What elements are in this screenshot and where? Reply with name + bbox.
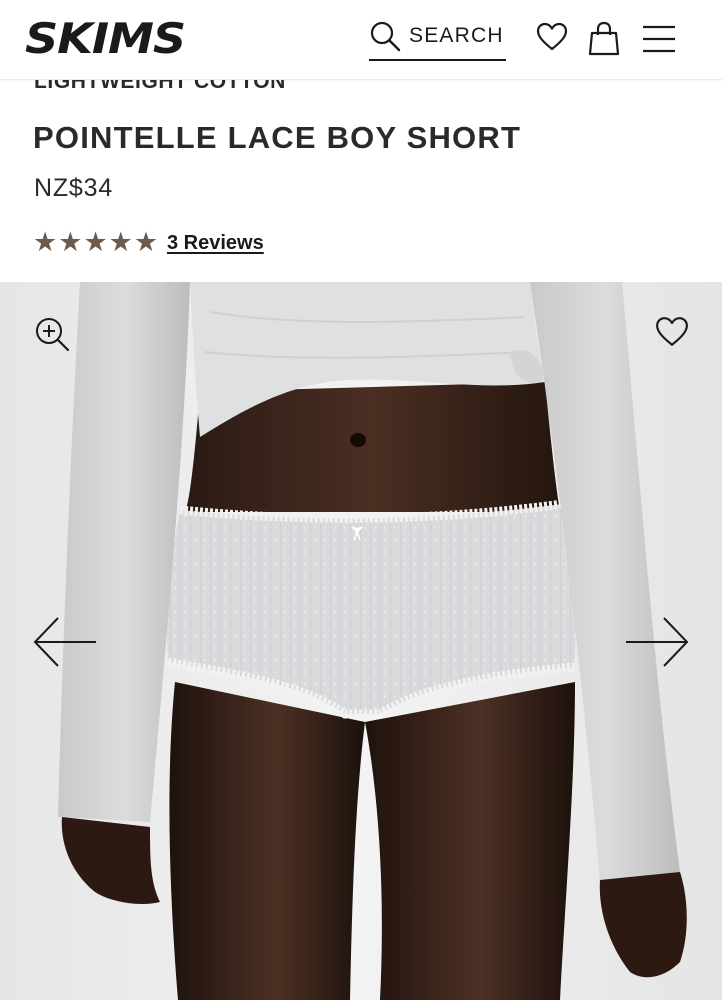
zoom-in-icon xyxy=(36,318,70,352)
cart-button[interactable] xyxy=(588,20,620,61)
previous-image-button[interactable] xyxy=(32,615,98,674)
reviews-link[interactable]: 3 Reviews xyxy=(167,232,264,255)
arrow-left-icon xyxy=(33,617,96,667)
shopping-bag-icon xyxy=(588,21,620,56)
star-icon: ★ xyxy=(83,227,108,258)
star-icon: ★ xyxy=(133,227,159,258)
arrow-right-icon xyxy=(626,617,689,667)
product-title: POINTELLE LACE BOY SHORT xyxy=(33,120,522,155)
search-label: SEARCH xyxy=(409,24,504,47)
heart-icon xyxy=(536,22,568,51)
site-header: SKIMS SEARCH xyxy=(0,0,722,80)
product-image-gallery[interactable] xyxy=(0,282,722,1000)
hamburger-menu-icon xyxy=(643,25,675,53)
brand-logo[interactable]: SKIMS xyxy=(25,14,187,63)
svg-text:SKIMS: SKIMS xyxy=(25,19,185,59)
next-image-button[interactable] xyxy=(624,615,690,674)
star-icon: ★ xyxy=(33,227,58,258)
menu-button[interactable] xyxy=(642,24,676,59)
rating-stars: ★ ★ ★ ★ ★ xyxy=(33,227,159,258)
wishlist-button[interactable] xyxy=(536,22,568,57)
zoom-button[interactable] xyxy=(34,316,70,357)
image-wishlist-button[interactable] xyxy=(655,316,689,353)
search-bar[interactable]: SEARCH xyxy=(369,16,506,61)
product-price: NZ$34 xyxy=(34,174,114,202)
product-photo xyxy=(0,282,722,1000)
heart-icon xyxy=(656,317,688,346)
star-icon: ★ xyxy=(58,227,83,258)
search-icon xyxy=(370,21,401,52)
star-icon: ★ xyxy=(108,227,133,258)
